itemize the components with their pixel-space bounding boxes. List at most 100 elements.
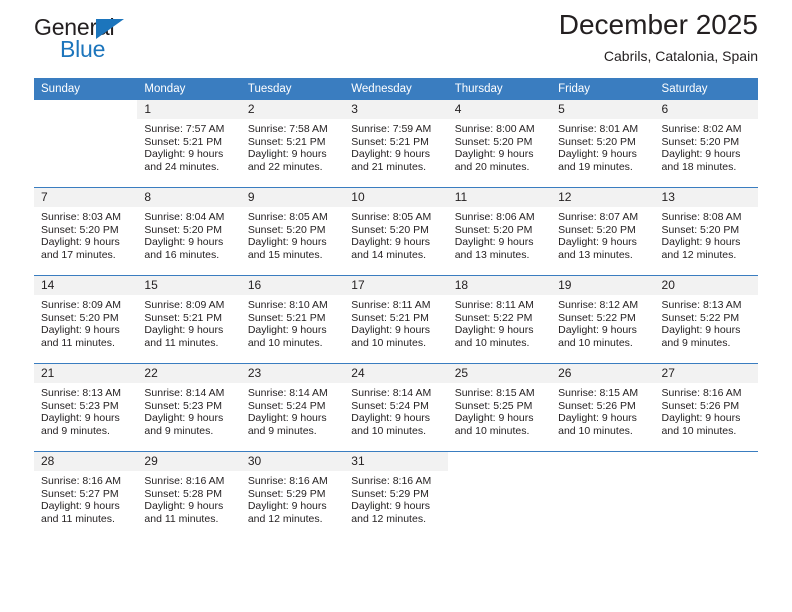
calendar-day-cell[interactable]: 26 Sunrise: 8:15 AM Sunset: 5:26 PM Dayligh…: [551, 363, 655, 452]
calendar-day-cell[interactable]: 23 Sunrise: 8:14 AM Sunset: 5:24 PM Dayligh…: [240, 363, 345, 452]
day-number: 30: [240, 452, 345, 471]
daylight-text-line1: Daylight: 9 hours: [144, 148, 224, 161]
day-details: Sunrise: 7:59 AM Sunset: 5:21 PM Daylight:…: [344, 119, 447, 173]
sunset-text: Sunset: 5:21 PM: [351, 135, 429, 148]
day-details: Sunrise: 8:03 AM Sunset: 5:20 PM Daylight:…: [34, 207, 137, 261]
calendar-day-cell[interactable]: 9 Sunrise: 8:05 AM Sunset: 5:20 PM Daylight…: [240, 187, 345, 276]
calendar-day-cell[interactable]: 20 Sunrise: 8:13 AM Sunset: 5:22 PM Dayligh…: [654, 275, 758, 364]
daylight-text-line2: and 9 minutes.: [41, 424, 110, 437]
daylight-text-line2: and 10 minutes.: [351, 424, 426, 437]
calendar-day-cell[interactable]: 12 Sunrise: 8:07 AM Sunset: 5:20 PM Dayligh…: [551, 187, 655, 276]
calendar-day-cell[interactable]: 15 Sunrise: 8:09 AM Sunset: 5:21 PM Dayligh…: [137, 275, 241, 364]
day-number: 17: [344, 276, 448, 295]
calendar-day-cell[interactable]: 13 Sunrise: 8:08 AM Sunset: 5:20 PM Dayligh…: [654, 187, 758, 276]
day-details: Sunrise: 8:07 AM Sunset: 5:20 PM Daylight:…: [551, 207, 654, 261]
daylight-text-line1: Daylight: 9 hours: [454, 148, 534, 161]
daylight-text-line1: Daylight: 9 hours: [41, 324, 120, 337]
calendar-day-cell[interactable]: 8 Sunrise: 8:04 AM Sunset: 5:20 PM Daylight…: [137, 187, 241, 276]
calendar-day-cell[interactable]: 29 Sunrise: 8:16 AM Sunset: 5:28 PM Dayligh…: [137, 451, 241, 539]
sunset-text: Sunset: 5:21 PM: [144, 311, 223, 324]
daylight-text-line2: and 13 minutes.: [454, 248, 530, 261]
day-details: Sunrise: 8:05 AM Sunset: 5:20 PM Daylight:…: [241, 207, 344, 261]
calendar-day-cell[interactable]: 28 Sunrise: 8:16 AM Sunset: 5:27 PM Dayligh…: [34, 451, 138, 539]
day-details: Sunrise: 8:00 AM Sunset: 5:20 PM Daylight:…: [448, 119, 551, 173]
calendar-day-cell[interactable]: 21 Sunrise: 8:13 AM Sunset: 5:23 PM Dayligh…: [34, 363, 138, 452]
logo-text-blue: Blue: [60, 36, 106, 62]
sunrise-text: Sunrise: 8:05 AM: [247, 211, 328, 223]
calendar-week-row: 7 Sunrise: 8:03 AM Sunset: 5:20 PM Daylight…: [34, 187, 758, 276]
calendar-day-cell[interactable]: 11 Sunrise: 8:06 AM Sunset: 5:20 PM Dayligh…: [447, 187, 552, 276]
calendar-day-cell[interactable]: 4 Sunrise: 8:00 AM Sunset: 5:20 PM Daylight…: [447, 100, 552, 188]
day-number: 10: [344, 188, 448, 207]
sunset-text: Sunset: 5:28 PM: [144, 487, 223, 500]
calendar-day-cell[interactable]: [551, 451, 655, 539]
sunset-text: Sunset: 5:22 PM: [558, 311, 636, 324]
calendar-day-cell[interactable]: 6 Sunrise: 8:02 AM Sunset: 5:20 PM Daylight…: [654, 100, 758, 188]
daylight-text-line1: Daylight: 9 hours: [144, 412, 224, 425]
day-number: 16: [240, 276, 345, 295]
daylight-text-line1: Daylight: 9 hours: [558, 236, 637, 249]
day-number: 25: [447, 364, 552, 383]
day-number: 11: [447, 188, 552, 207]
sunrise-text: Sunrise: 7:57 AM: [144, 123, 225, 135]
day-details: Sunrise: 8:12 AM Sunset: 5:22 PM Daylight:…: [551, 295, 654, 349]
calendar-day-cell[interactable]: 22 Sunrise: 8:14 AM Sunset: 5:23 PM Dayligh…: [137, 363, 241, 452]
day-number: 26: [551, 364, 655, 383]
calendar-day-cell[interactable]: 24 Sunrise: 8:14 AM Sunset: 5:24 PM Dayligh…: [344, 363, 448, 452]
daylight-text-line2: and 10 minutes.: [661, 424, 737, 437]
calendar-day-cell[interactable]: 16 Sunrise: 8:10 AM Sunset: 5:21 PM Dayligh…: [240, 275, 345, 364]
calendar-day-cell[interactable]: 10 Sunrise: 8:05 AM Sunset: 5:20 PM Dayligh…: [344, 187, 448, 276]
sunrise-text: Sunrise: 8:14 AM: [351, 387, 432, 399]
calendar-day-cell[interactable]: 30 Sunrise: 8:16 AM Sunset: 5:29 PM Dayligh…: [240, 451, 345, 539]
day-details: Sunrise: 8:16 AM Sunset: 5:29 PM Daylight:…: [241, 471, 344, 525]
sunset-text: Sunset: 5:20 PM: [247, 223, 326, 236]
calendar-day-cell[interactable]: [34, 100, 138, 188]
calendar-day-cell[interactable]: 7 Sunrise: 8:03 AM Sunset: 5:20 PM Daylight…: [34, 187, 138, 276]
sunset-text: Sunset: 5:27 PM: [41, 487, 119, 500]
sunset-text: Sunset: 5:21 PM: [247, 135, 326, 148]
calendar-day-cell[interactable]: 1 Sunrise: 7:57 AM Sunset: 5:21 PM Daylight…: [137, 100, 241, 188]
sunset-text: Sunset: 5:20 PM: [144, 223, 223, 236]
daylight-text-line1: Daylight: 9 hours: [247, 148, 327, 161]
calendar-day-cell[interactable]: [654, 451, 758, 539]
day-details: Sunrise: 8:08 AM Sunset: 5:20 PM Daylight:…: [655, 207, 758, 261]
sunrise-text: Sunrise: 8:08 AM: [661, 211, 742, 223]
daylight-text-line2: and 9 minutes.: [661, 336, 731, 349]
daylight-text-line2: and 10 minutes.: [558, 336, 633, 349]
day-number: 21: [34, 364, 138, 383]
day-details: Sunrise: 8:01 AM Sunset: 5:20 PM Daylight:…: [551, 119, 654, 173]
calendar-day-cell[interactable]: 17 Sunrise: 8:11 AM Sunset: 5:21 PM Dayligh…: [344, 275, 448, 364]
calendar-day-cell[interactable]: 27 Sunrise: 8:16 AM Sunset: 5:26 PM Dayligh…: [654, 363, 758, 452]
weekday-header-monday: Monday: [137, 78, 241, 100]
day-number: 20: [654, 276, 758, 295]
day-number: 9: [240, 188, 345, 207]
daylight-text-line2: and 15 minutes.: [247, 248, 323, 261]
day-number: [34, 100, 138, 119]
daylight-text-line2: and 10 minutes.: [351, 336, 426, 349]
daylight-text-line1: Daylight: 9 hours: [351, 500, 431, 513]
calendar-day-cell[interactable]: 18 Sunrise: 8:11 AM Sunset: 5:22 PM Dayligh…: [447, 275, 552, 364]
general-blue-logo[interactable]: General Blue: [34, 14, 164, 62]
calendar-day-cell[interactable]: 3 Sunrise: 7:59 AM Sunset: 5:21 PM Daylight…: [344, 100, 448, 188]
sunset-text: Sunset: 5:20 PM: [661, 135, 740, 148]
calendar-day-cell[interactable]: 2 Sunrise: 7:58 AM Sunset: 5:21 PM Daylight…: [240, 100, 345, 188]
calendar-day-cell[interactable]: 14 Sunrise: 8:09 AM Sunset: 5:20 PM Dayligh…: [34, 275, 138, 364]
calendar-day-cell[interactable]: [447, 451, 552, 539]
sunset-text: Sunset: 5:20 PM: [558, 223, 636, 236]
calendar-day-cell[interactable]: 25 Sunrise: 8:15 AM Sunset: 5:25 PM Dayligh…: [447, 363, 552, 452]
sunset-text: Sunset: 5:23 PM: [144, 399, 223, 412]
calendar-week-row: 21 Sunrise: 8:13 AM Sunset: 5:23 PM Dayligh…: [34, 363, 758, 452]
calendar-day-cell[interactable]: 5 Sunrise: 8:01 AM Sunset: 5:20 PM Daylight…: [551, 100, 655, 188]
sunset-text: Sunset: 5:22 PM: [661, 311, 740, 324]
daylight-text-line1: Daylight: 9 hours: [41, 412, 120, 425]
day-details: Sunrise: 8:09 AM Sunset: 5:21 PM Daylight:…: [137, 295, 240, 349]
daylight-text-line1: Daylight: 9 hours: [351, 324, 431, 337]
day-number: 2: [240, 100, 345, 119]
calendar-day-cell[interactable]: 31 Sunrise: 8:16 AM Sunset: 5:29 PM Dayligh…: [344, 451, 448, 539]
day-number: 18: [447, 276, 552, 295]
daylight-text-line2: and 22 minutes.: [247, 160, 323, 173]
day-number: 12: [551, 188, 655, 207]
day-number: [551, 452, 655, 471]
sunset-text: Sunset: 5:20 PM: [454, 223, 533, 236]
calendar-day-cell[interactable]: 19 Sunrise: 8:12 AM Sunset: 5:22 PM Dayligh…: [551, 275, 655, 364]
